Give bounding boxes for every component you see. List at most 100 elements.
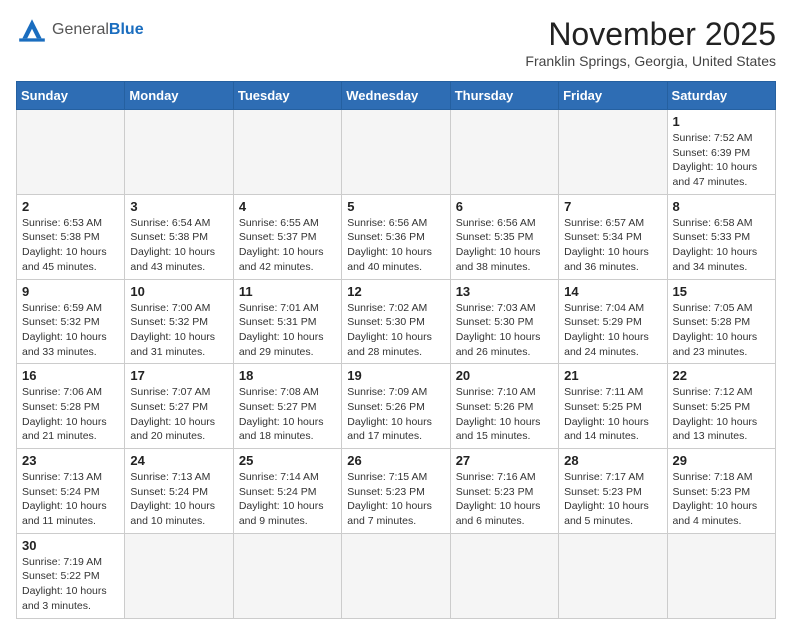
day-info: Sunrise: 7:15 AM Sunset: 5:23 PM Dayligh… — [347, 470, 444, 529]
calendar-day: 6 Sunrise: 6:56 AM Sunset: 5:35 PM Daylig… — [450, 194, 558, 279]
day-number: 26 — [347, 453, 444, 468]
day-info: Sunrise: 7:08 AM Sunset: 5:27 PM Dayligh… — [239, 385, 336, 444]
day-number: 21 — [564, 368, 661, 383]
day-info: Sunrise: 7:18 AM Sunset: 5:23 PM Dayligh… — [673, 470, 770, 529]
day-info: Sunrise: 6:59 AM Sunset: 5:32 PM Dayligh… — [22, 301, 119, 360]
day-info: Sunrise: 6:57 AM Sunset: 5:34 PM Dayligh… — [564, 216, 661, 275]
day-info: Sunrise: 7:07 AM Sunset: 5:27 PM Dayligh… — [130, 385, 227, 444]
day-number: 17 — [130, 368, 227, 383]
calendar-day: 27 Sunrise: 7:16 AM Sunset: 5:23 PM Dayli… — [450, 449, 558, 534]
day-number: 5 — [347, 199, 444, 214]
day-info: Sunrise: 7:14 AM Sunset: 5:24 PM Dayligh… — [239, 470, 336, 529]
day-number: 8 — [673, 199, 770, 214]
day-info: Sunrise: 7:09 AM Sunset: 5:26 PM Dayligh… — [347, 385, 444, 444]
day-info: Sunrise: 7:00 AM Sunset: 5:32 PM Dayligh… — [130, 301, 227, 360]
day-info: Sunrise: 7:52 AM Sunset: 6:39 PM Dayligh… — [673, 131, 770, 190]
page-header: GeneralBlue November 2025 Franklin Sprin… — [16, 16, 776, 69]
day-number: 28 — [564, 453, 661, 468]
calendar-day: 24Sunrise: 7:13 AM Sunset: 5:24 PM Dayli… — [125, 449, 233, 534]
calendar-day: 18 Sunrise: 7:08 AM Sunset: 5:27 PM Dayli… — [233, 364, 341, 449]
calendar-week-1: 2 Sunrise: 6:53 AM Sunset: 5:38 PM Daylig… — [17, 194, 776, 279]
day-number: 22 — [673, 368, 770, 383]
calendar-day: 26 Sunrise: 7:15 AM Sunset: 5:23 PM Dayli… — [342, 449, 450, 534]
calendar-day: 5Sunrise: 6:56 AM Sunset: 5:36 PM Daylig… — [342, 194, 450, 279]
calendar-day — [667, 533, 775, 618]
calendar-day: 7 Sunrise: 6:57 AM Sunset: 5:34 PM Daylig… — [559, 194, 667, 279]
calendar-week-3: 16Sunrise: 7:06 AM Sunset: 5:28 PM Dayli… — [17, 364, 776, 449]
calendar-day: 9 Sunrise: 6:59 AM Sunset: 5:32 PM Daylig… — [17, 279, 125, 364]
day-info: Sunrise: 6:53 AM Sunset: 5:38 PM Dayligh… — [22, 216, 119, 275]
day-number: 25 — [239, 453, 336, 468]
weekday-header-sunday: Sunday — [17, 82, 125, 110]
title-block: November 2025 Franklin Springs, Georgia,… — [525, 16, 776, 69]
calendar-day: 15Sunrise: 7:05 AM Sunset: 5:28 PM Dayli… — [667, 279, 775, 364]
weekday-header-thursday: Thursday — [450, 82, 558, 110]
day-number: 2 — [22, 199, 119, 214]
calendar-day: 19 Sunrise: 7:09 AM Sunset: 5:26 PM Dayli… — [342, 364, 450, 449]
weekday-header-row: SundayMondayTuesdayWednesdayThursdayFrid… — [17, 82, 776, 110]
day-info: Sunrise: 7:19 AM Sunset: 5:22 PM Dayligh… — [22, 555, 119, 614]
calendar-day: 20 Sunrise: 7:10 AM Sunset: 5:26 PM Dayli… — [450, 364, 558, 449]
day-number: 19 — [347, 368, 444, 383]
day-info: Sunrise: 6:54 AM Sunset: 5:38 PM Dayligh… — [130, 216, 227, 275]
calendar-day — [342, 110, 450, 195]
calendar-day: 4Sunrise: 6:55 AM Sunset: 5:37 PM Daylig… — [233, 194, 341, 279]
calendar-day — [559, 110, 667, 195]
calendar-day: 22 Sunrise: 7:12 AM Sunset: 5:25 PM Dayli… — [667, 364, 775, 449]
day-info: Sunrise: 7:01 AM Sunset: 5:31 PM Dayligh… — [239, 301, 336, 360]
calendar-week-4: 23Sunrise: 7:13 AM Sunset: 5:24 PM Dayli… — [17, 449, 776, 534]
day-info: Sunrise: 6:58 AM Sunset: 5:33 PM Dayligh… — [673, 216, 770, 275]
calendar-day: 2 Sunrise: 6:53 AM Sunset: 5:38 PM Daylig… — [17, 194, 125, 279]
calendar-week-0: 1 Sunrise: 7:52 AM Sunset: 6:39 PM Daylig… — [17, 110, 776, 195]
day-number: 18 — [239, 368, 336, 383]
calendar-day: 11 Sunrise: 7:01 AM Sunset: 5:31 PM Dayli… — [233, 279, 341, 364]
day-info: Sunrise: 7:12 AM Sunset: 5:25 PM Dayligh… — [673, 385, 770, 444]
day-number: 11 — [239, 284, 336, 299]
weekday-header-tuesday: Tuesday — [233, 82, 341, 110]
calendar-day: 10 Sunrise: 7:00 AM Sunset: 5:32 PM Dayli… — [125, 279, 233, 364]
day-number: 3 — [130, 199, 227, 214]
logo-text: GeneralBlue — [52, 21, 144, 39]
calendar-day: 3 Sunrise: 6:54 AM Sunset: 5:38 PM Daylig… — [125, 194, 233, 279]
calendar-day: 16Sunrise: 7:06 AM Sunset: 5:28 PM Dayli… — [17, 364, 125, 449]
logo-general-text: General — [52, 21, 109, 38]
day-info: Sunrise: 7:03 AM Sunset: 5:30 PM Dayligh… — [456, 301, 553, 360]
logo-icon — [16, 16, 48, 44]
calendar-day — [17, 110, 125, 195]
day-number: 10 — [130, 284, 227, 299]
calendar-day — [450, 533, 558, 618]
day-info: Sunrise: 7:10 AM Sunset: 5:26 PM Dayligh… — [456, 385, 553, 444]
calendar-day — [125, 533, 233, 618]
calendar-day — [233, 110, 341, 195]
month-title: November 2025 — [525, 16, 776, 53]
day-info: Sunrise: 7:04 AM Sunset: 5:29 PM Dayligh… — [564, 301, 661, 360]
calendar-day: 12Sunrise: 7:02 AM Sunset: 5:30 PM Dayli… — [342, 279, 450, 364]
calendar-day: 23Sunrise: 7:13 AM Sunset: 5:24 PM Dayli… — [17, 449, 125, 534]
day-number: 6 — [456, 199, 553, 214]
day-number: 14 — [564, 284, 661, 299]
calendar-day — [233, 533, 341, 618]
logo-blue-text: Blue — [109, 21, 144, 38]
calendar-day — [125, 110, 233, 195]
day-number: 13 — [456, 284, 553, 299]
day-info: Sunrise: 6:56 AM Sunset: 5:35 PM Dayligh… — [456, 216, 553, 275]
day-number: 9 — [22, 284, 119, 299]
day-number: 1 — [673, 114, 770, 129]
day-number: 20 — [456, 368, 553, 383]
calendar-day: 8 Sunrise: 6:58 AM Sunset: 5:33 PM Daylig… — [667, 194, 775, 279]
calendar-day — [342, 533, 450, 618]
day-number: 7 — [564, 199, 661, 214]
day-info: Sunrise: 7:13 AM Sunset: 5:24 PM Dayligh… — [130, 470, 227, 529]
weekday-header-friday: Friday — [559, 82, 667, 110]
calendar-day: 30 Sunrise: 7:19 AM Sunset: 5:22 PM Dayli… — [17, 533, 125, 618]
day-number: 4 — [239, 199, 336, 214]
day-info: Sunrise: 7:17 AM Sunset: 5:23 PM Dayligh… — [564, 470, 661, 529]
weekday-header-monday: Monday — [125, 82, 233, 110]
day-number: 30 — [22, 538, 119, 553]
day-info: Sunrise: 7:16 AM Sunset: 5:23 PM Dayligh… — [456, 470, 553, 529]
location-text: Franklin Springs, Georgia, United States — [525, 53, 776, 69]
calendar-week-5: 30 Sunrise: 7:19 AM Sunset: 5:22 PM Dayli… — [17, 533, 776, 618]
day-number: 27 — [456, 453, 553, 468]
day-info: Sunrise: 7:06 AM Sunset: 5:28 PM Dayligh… — [22, 385, 119, 444]
day-number: 15 — [673, 284, 770, 299]
